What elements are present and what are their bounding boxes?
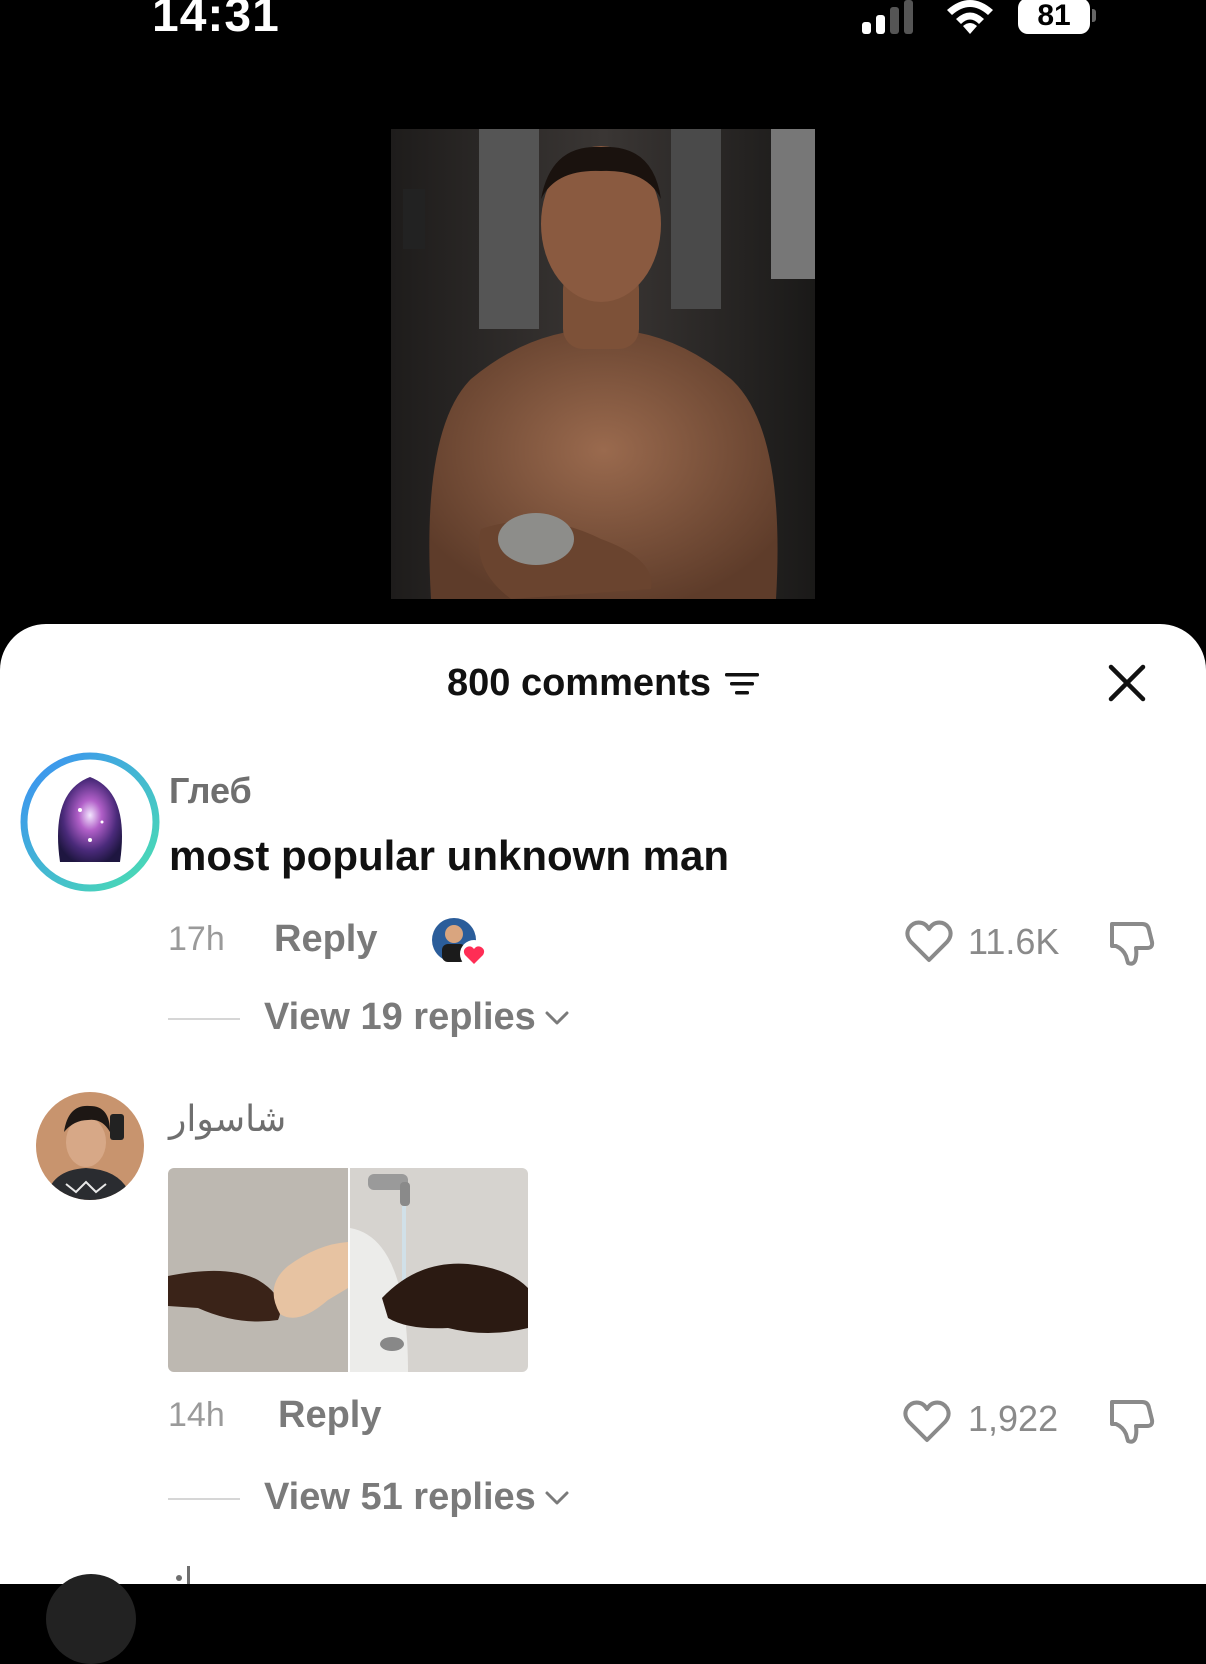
- video-frame-image: [391, 129, 815, 599]
- heart-like-icon[interactable]: [902, 1398, 952, 1444]
- comments-count: 800 comments: [446, 662, 711, 704]
- reply-button[interactable]: Reply: [274, 918, 377, 961]
- view-replies-label: View 19 replies: [264, 996, 536, 1038]
- avatar[interactable]: [36, 1092, 144, 1200]
- chevron-down-icon: [545, 1011, 569, 1024]
- next-comment-username-partial: [176, 1566, 190, 1584]
- creator-liked-icon: [432, 918, 488, 968]
- close-icon[interactable]: [1108, 664, 1146, 702]
- like-count: 1,922: [968, 1398, 1059, 1439]
- like-count: 11.6K: [968, 921, 1060, 962]
- comments-header: 800 comments: [0, 662, 1206, 705]
- reply-button[interactable]: Reply: [278, 1394, 381, 1437]
- chevron-down-icon: [545, 1491, 569, 1504]
- comment-image-attachment[interactable]: [168, 1168, 528, 1372]
- avatar[interactable]: [20, 752, 160, 892]
- view-replies-button[interactable]: View 19 replies: [264, 996, 570, 1039]
- cellular-signal-icon: [862, 0, 913, 34]
- comment-username[interactable]: شاسوار: [169, 1098, 286, 1140]
- heart-like-icon[interactable]: [904, 918, 954, 964]
- sort-filter-icon[interactable]: [725, 671, 759, 697]
- handshake-handwash-image: [168, 1168, 528, 1372]
- dislike-icon[interactable]: [1106, 1394, 1158, 1446]
- comment-username[interactable]: Глеб: [169, 770, 252, 812]
- avatar[interactable]: [46, 1574, 136, 1664]
- view-replies-button[interactable]: View 51 replies: [264, 1476, 570, 1519]
- status-bar: 14:31 81: [0, 0, 1206, 50]
- view-replies-label: View 51 replies: [264, 1476, 536, 1518]
- dislike-icon[interactable]: [1106, 916, 1158, 968]
- status-time: 14:31: [152, 0, 280, 42]
- battery-indicator: 81: [1018, 0, 1098, 36]
- battery-level: 81: [1018, 0, 1090, 34]
- wifi-icon: [947, 0, 993, 34]
- video-preview[interactable]: [391, 129, 815, 599]
- comment-time: 14h: [168, 1396, 225, 1434]
- comment-text: most popular unknown man: [169, 832, 730, 879]
- comment-time: 17h: [168, 920, 225, 958]
